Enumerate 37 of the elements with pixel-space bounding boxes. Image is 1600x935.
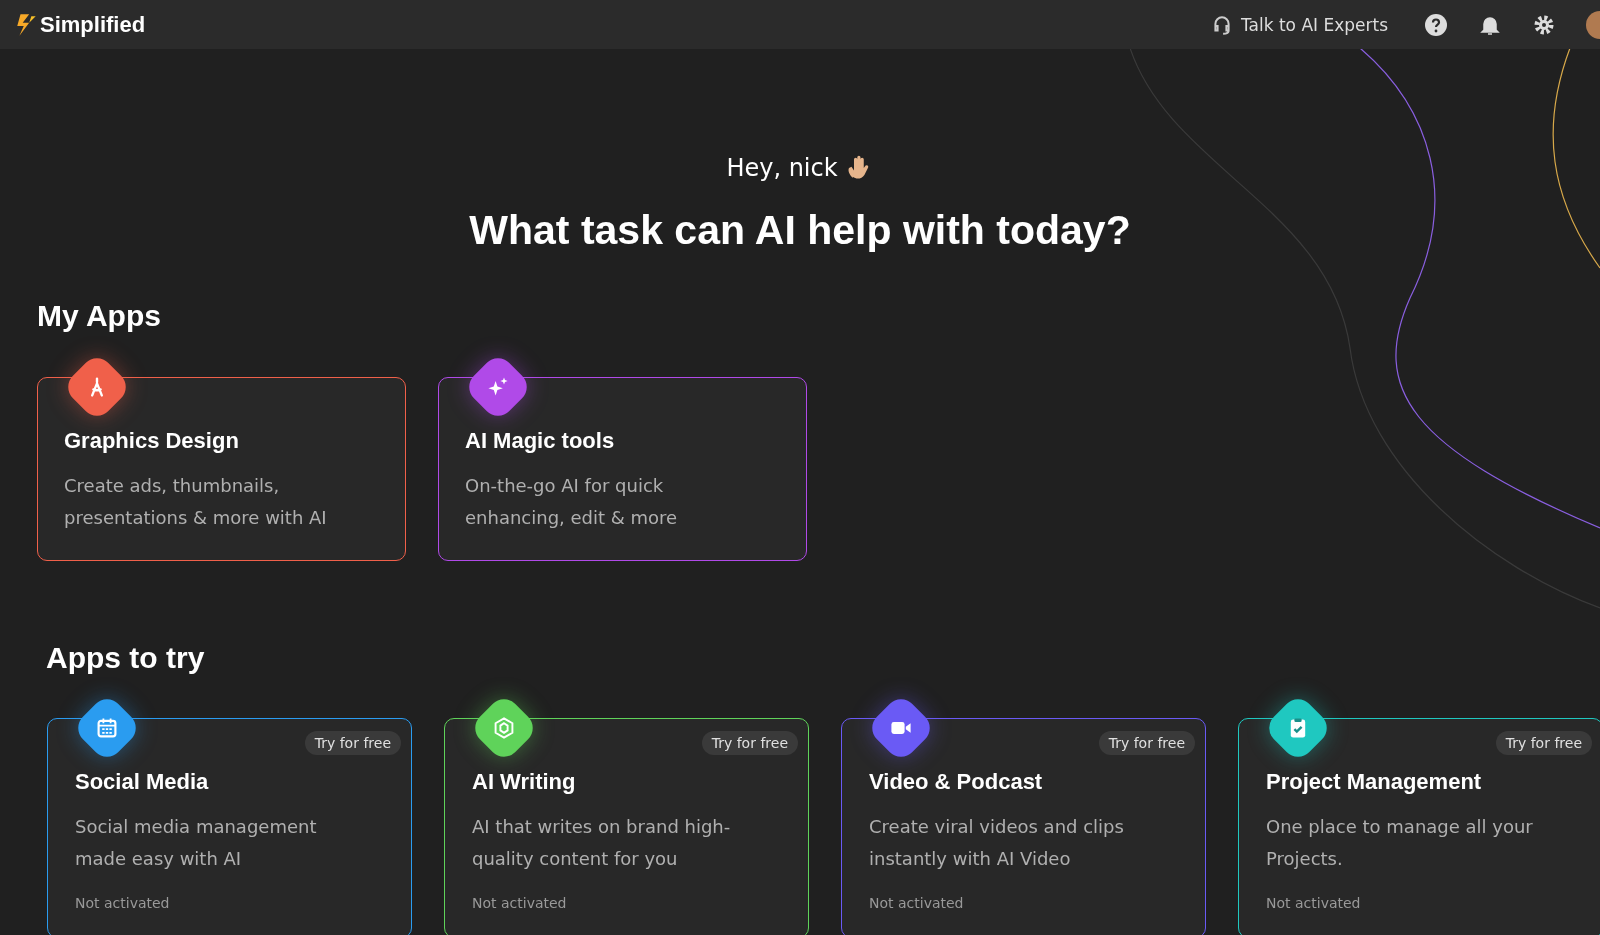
card-description: Create viral videos and clips instantly with AI Video xyxy=(869,815,1125,871)
section-title: Apps to try xyxy=(46,641,206,675)
card-title: Graphics Design xyxy=(64,428,240,454)
calendar-icon xyxy=(95,716,119,740)
activation-status: Not activated xyxy=(472,895,568,911)
activation-status: Not activated xyxy=(869,895,965,911)
section-title: My Apps xyxy=(37,299,162,333)
card-title: AI Magic tools xyxy=(465,428,616,454)
try-for-free-badge: Try for free xyxy=(1495,731,1592,755)
activation-status: Not activated xyxy=(75,895,171,911)
support-link[interactable]: Talk to AI Experts xyxy=(1210,13,1388,36)
card-title: Social Media xyxy=(75,769,210,795)
try-for-free-badge: Try for free xyxy=(1098,731,1195,755)
cube-icon xyxy=(492,716,516,740)
card-title: AI Writing xyxy=(472,769,577,795)
app-card[interactable]: Try for free Video & Podcast Create viral videos and clips instantly with AI Video Not activated xyxy=(841,718,1206,935)
app-card[interactable]: Try for free AI Writing AI that writes on brand high-quality content for you Not activated xyxy=(444,718,809,935)
card-description: Create ads, thumbnails, presentations & more with AI xyxy=(64,474,328,530)
app-card[interactable]: Try for free Social Media Social media management made easy with AI Not activated xyxy=(47,718,412,935)
try-for-free-badge: Try for free xyxy=(304,731,401,755)
try-for-free-badge: Try for free xyxy=(701,731,798,755)
logo[interactable]: Simplified xyxy=(0,11,146,38)
card-description: AI that writes on brand high-quality content for you xyxy=(472,815,732,871)
app-card[interactable]: AI Magic tools On-the-go AI for quick enhancing, edit & more xyxy=(438,377,807,561)
card-description: On-the-go AI for quick enhancing, edit & more xyxy=(465,474,679,530)
activation-status: Not activated xyxy=(1266,895,1362,911)
avatar[interactable] xyxy=(1586,10,1600,39)
app-card[interactable]: Try for free Project Management One place to manage all your Projects. Not activated xyxy=(1238,718,1600,935)
card-description: One place to manage all your Projects. xyxy=(1266,815,1534,871)
card-description: Social media management made easy with AI xyxy=(75,815,318,871)
greeting-text: Hey, nick xyxy=(726,154,838,182)
help-icon[interactable] xyxy=(1424,12,1448,37)
logo-text: Simplified xyxy=(40,11,146,38)
app-card[interactable]: Graphics Design Create ads, thumbnails, presentations & more with AI xyxy=(37,377,406,561)
card-title: Project Management xyxy=(1266,769,1483,795)
card-title: Video & Podcast xyxy=(869,769,1044,795)
headline: What task can AI help with today? xyxy=(468,207,1132,254)
